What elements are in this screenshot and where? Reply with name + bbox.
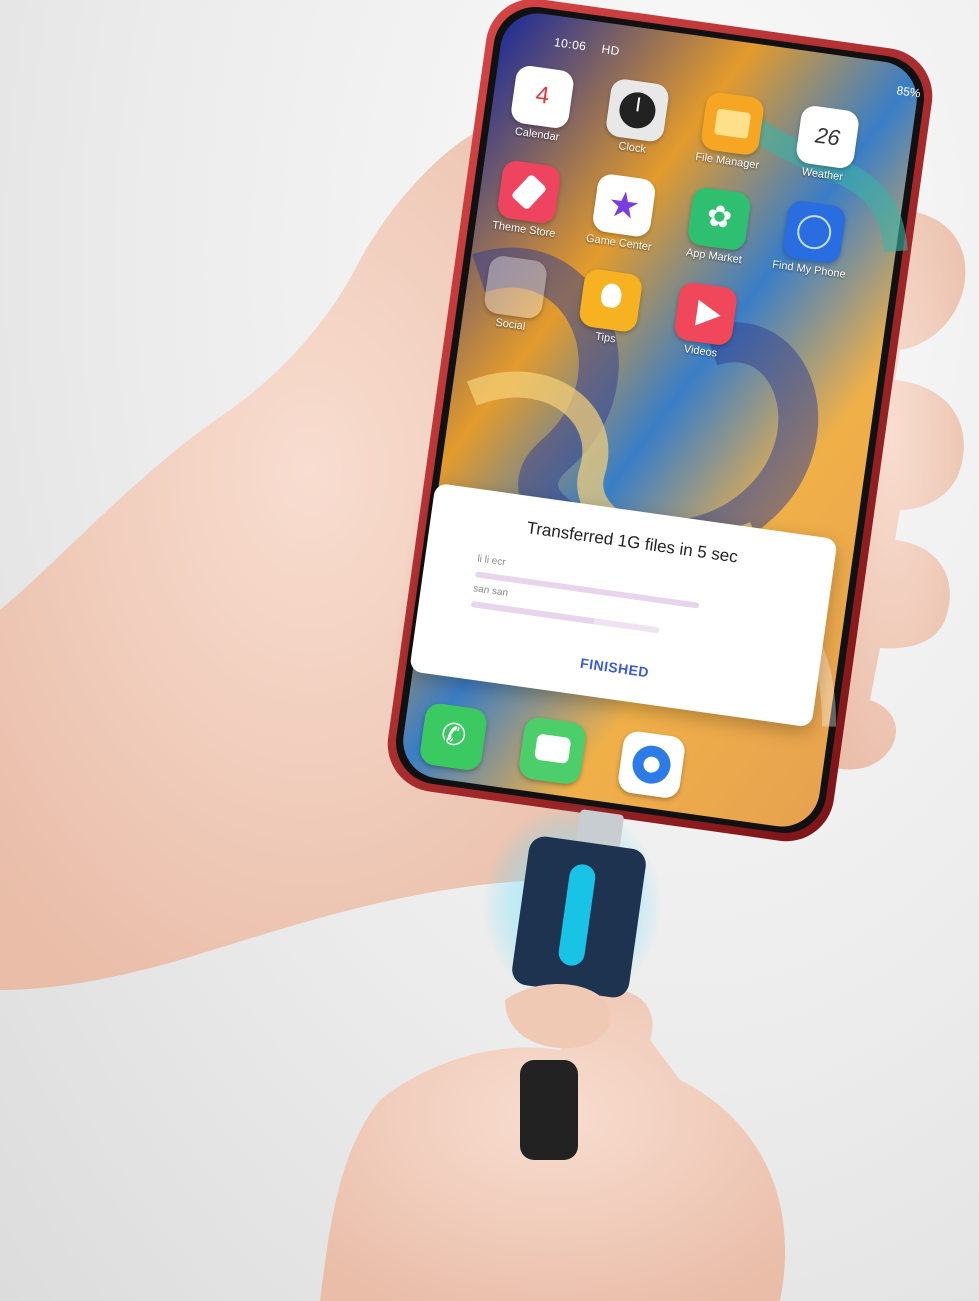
app-theme-store[interactable]: Theme Store (483, 158, 572, 241)
file-row-2-label: san san (472, 583, 509, 599)
phone-icon[interactable]: ✆ (418, 701, 489, 772)
star-icon: ★ (591, 172, 657, 239)
calendar-icon: 4 (509, 64, 576, 130)
messages-icon[interactable] (517, 715, 588, 786)
dialog-title: Transferred 1G files in 5 sec (525, 518, 740, 567)
app-videos[interactable]: Videos (660, 280, 749, 363)
app-weather[interactable]: 26 Weather (782, 103, 871, 186)
app-market[interactable]: ✿ App Market (673, 184, 762, 267)
radar-icon (781, 199, 847, 265)
phone-home-screen: 10:06 HD 85% 4 Calendar Clock File Manag… (394, 18, 941, 871)
status-time: 10:06 (553, 35, 588, 54)
transfer-dialog: Transferred 1G files in 5 sec li li ecr … (409, 482, 838, 728)
file-row-2-progress (470, 601, 660, 634)
app-game-center[interactable]: ★ Game Center (578, 171, 667, 254)
clock-icon (604, 77, 671, 144)
finished-button[interactable]: FINISHED (413, 631, 817, 703)
lightbulb-icon (577, 267, 644, 334)
status-network: HD (600, 41, 621, 59)
file-row-1-progress (474, 571, 700, 609)
app-clock[interactable]: Clock (592, 76, 681, 159)
brush-icon (496, 159, 562, 225)
browser-icon[interactable] (616, 729, 687, 800)
app-file-manager[interactable]: File Manager (687, 89, 776, 172)
folder-icon (699, 90, 766, 157)
file-row-1-label: li li ecr (476, 553, 507, 569)
app-tips[interactable]: Tips (565, 266, 654, 349)
folder-social-icon (482, 254, 549, 320)
clover-icon: ✿ (686, 186, 752, 252)
status-battery: 85% (895, 83, 922, 101)
app-calendar[interactable]: 4 Calendar (497, 63, 586, 146)
app-find-my-phone[interactable]: Find My Phone (768, 198, 857, 281)
app-social[interactable]: Social (470, 253, 559, 336)
weather-icon: 26 (794, 104, 861, 170)
play-icon (673, 281, 739, 347)
